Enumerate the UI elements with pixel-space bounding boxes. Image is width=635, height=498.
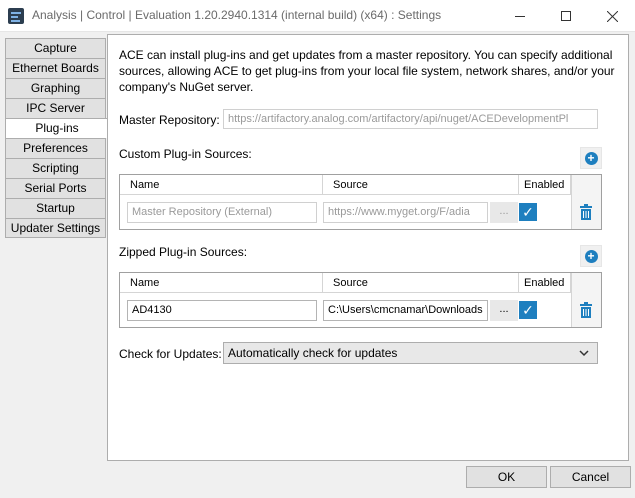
nav-item-ipc-server[interactable]: IPC Server (5, 98, 106, 118)
enabled-checkbox[interactable]: ✓ (519, 203, 537, 221)
browse-button[interactable]: ... (490, 300, 518, 321)
source-name-input[interactable]: Master Repository (External) (127, 202, 317, 223)
checkmark-icon: ✓ (522, 204, 534, 220)
ok-button[interactable]: OK (466, 466, 547, 488)
nav-item-graphing[interactable]: Graphing (5, 78, 106, 98)
close-button[interactable] (589, 0, 635, 32)
title-bar: Analysis | Control | Evaluation 1.20.294… (0, 0, 635, 32)
minimize-icon (515, 15, 525, 17)
plugins-description: ACE can install plug-ins and get updates… (119, 48, 615, 94)
column-enabled-header: Enabled (519, 175, 571, 195)
app-icon (8, 8, 24, 24)
source-path-input[interactable]: https://www.myget.org/F/adia (323, 202, 488, 223)
settings-nav: Capture Ethernet Boards Graphing IPC Ser… (5, 38, 108, 238)
column-source-header: Source (323, 175, 519, 195)
table-row: AD4130 C:\Users\cmcnamar\Downloads ... ✓ (120, 293, 601, 327)
nav-item-capture[interactable]: Capture (5, 38, 106, 58)
plus-circle-icon: + (584, 151, 598, 165)
master-repo-input[interactable]: https://artifactory.analog.com/artifacto… (223, 109, 598, 129)
nav-item-plug-ins[interactable]: Plug-ins (5, 118, 108, 138)
custom-sources-label: Custom Plug-in Sources: (119, 147, 252, 161)
checkmark-icon: ✓ (522, 302, 534, 318)
add-zipped-source-button[interactable]: + (580, 245, 602, 267)
table-row: Master Repository (External) https://www… (120, 195, 601, 229)
plus-circle-icon: + (584, 249, 598, 263)
add-custom-source-button[interactable]: + (580, 147, 602, 169)
table-header: Name Source Enabled (120, 273, 601, 293)
nav-item-updater-settings[interactable]: Updater Settings (5, 218, 106, 238)
source-path-input[interactable]: C:\Users\cmcnamar\Downloads (323, 300, 488, 321)
cancel-button[interactable]: Cancel (550, 466, 631, 488)
chevron-down-icon (579, 350, 589, 357)
zipped-sources-table: Name Source Enabled AD4130 C:\Users\cmcn… (119, 272, 602, 328)
zipped-sources-label: Zipped Plug-in Sources: (119, 245, 248, 259)
enabled-checkbox[interactable]: ✓ (519, 301, 537, 319)
check-updates-dropdown[interactable]: Automatically check for updates (223, 342, 598, 364)
browse-button[interactable]: ... (490, 202, 518, 223)
nav-item-ethernet-boards[interactable]: Ethernet Boards (5, 58, 106, 78)
check-updates-label: Check for Updates: (119, 347, 222, 361)
check-updates-value: Automatically check for updates (228, 346, 398, 360)
nav-item-serial-ports[interactable]: Serial Ports (5, 178, 106, 198)
nav-item-preferences[interactable]: Preferences (5, 138, 106, 158)
master-repo-label: Master Repository: (119, 113, 220, 127)
close-icon (606, 10, 618, 22)
custom-sources-table: Name Source Enabled Master Repository (E… (119, 174, 602, 230)
window-title: Analysis | Control | Evaluation 1.20.294… (32, 8, 442, 22)
nav-item-startup[interactable]: Startup (5, 198, 106, 218)
trash-icon[interactable] (579, 302, 593, 318)
trash-icon[interactable] (579, 204, 593, 220)
source-name-input[interactable]: AD4130 (127, 300, 317, 321)
column-name-header: Name (120, 175, 323, 195)
plugins-panel: ACE can install plug-ins and get updates… (107, 34, 629, 461)
column-enabled-header: Enabled (519, 273, 571, 293)
maximize-icon (561, 11, 571, 21)
maximize-button[interactable] (543, 0, 589, 32)
minimize-button[interactable] (497, 0, 543, 32)
nav-item-scripting[interactable]: Scripting (5, 158, 106, 178)
column-source-header: Source (323, 273, 519, 293)
column-name-header: Name (120, 273, 323, 293)
table-header: Name Source Enabled (120, 175, 601, 195)
